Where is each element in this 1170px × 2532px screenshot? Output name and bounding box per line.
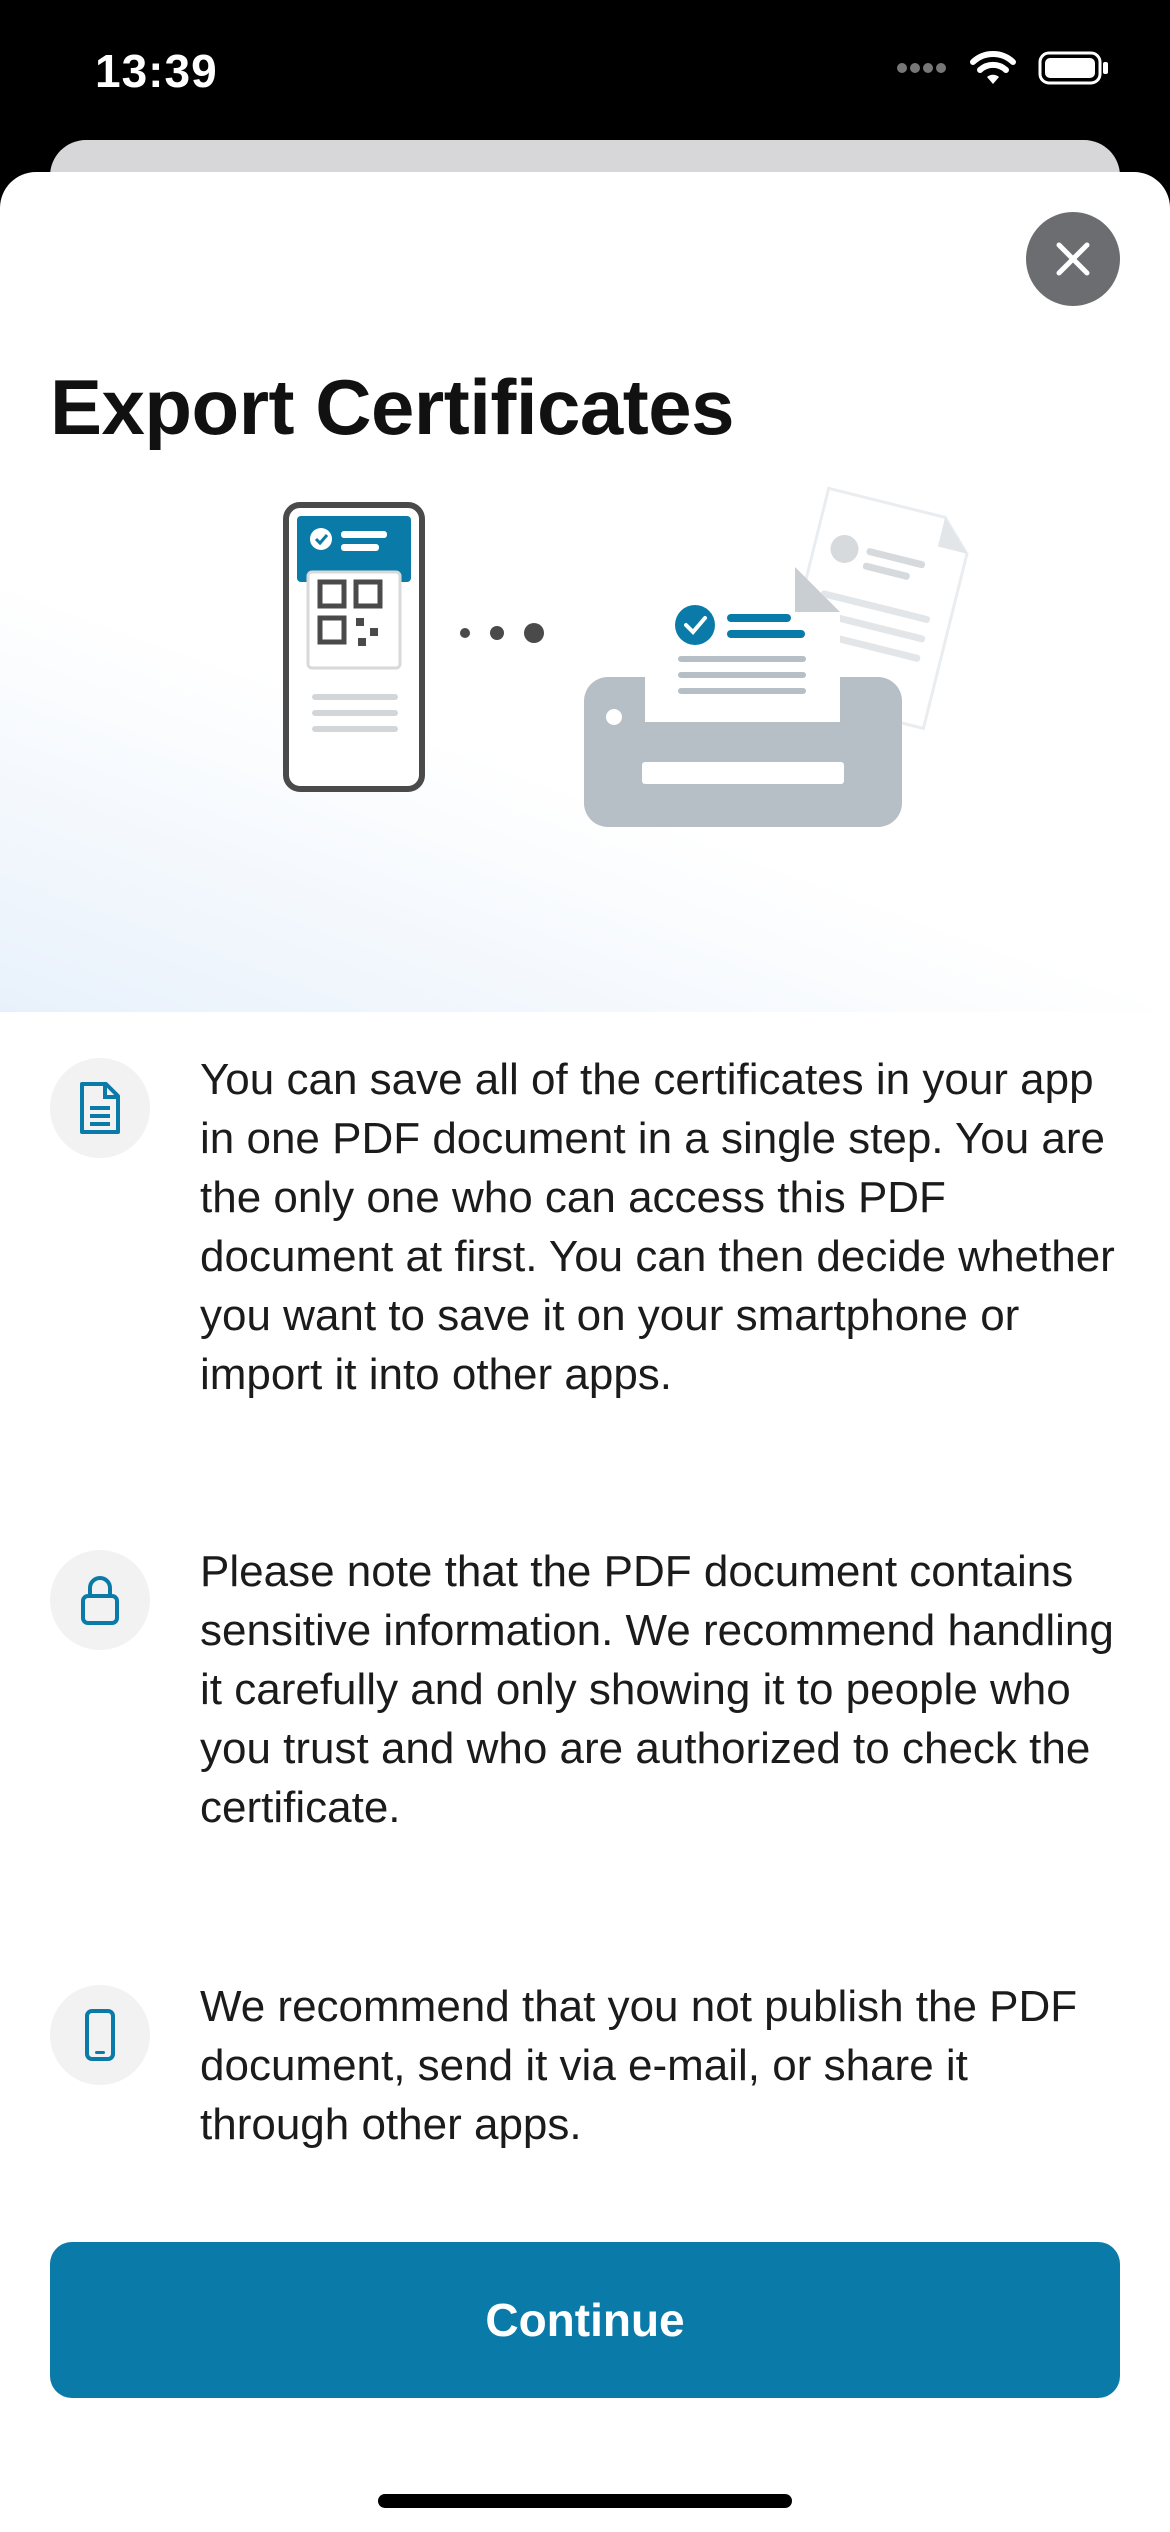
close-button[interactable] bbox=[1026, 212, 1120, 306]
status-icons bbox=[896, 50, 1110, 86]
battery-icon bbox=[1038, 51, 1108, 85]
signal-icon bbox=[897, 63, 946, 73]
wifi-icon bbox=[970, 51, 1016, 84]
info-icon-container bbox=[50, 1058, 150, 1158]
info-text: We recommend that you not publish the PD… bbox=[200, 1982, 1078, 2149]
phone-illustration bbox=[283, 502, 425, 792]
certificate-document bbox=[645, 567, 840, 722]
export-sheet: Export Certificates You can save all of … bbox=[0, 172, 1170, 2532]
export-illustration bbox=[0, 472, 1170, 1012]
info-icon-container bbox=[50, 1985, 150, 2085]
close-icon bbox=[1056, 242, 1090, 276]
info-text: Please note that the PDF document contai… bbox=[200, 1547, 1114, 1832]
home-indicator[interactable] bbox=[378, 2494, 792, 2508]
info-icon-container bbox=[50, 1550, 150, 1650]
status-time: 13:39 bbox=[95, 45, 218, 97]
continue-button[interactable]: Continue bbox=[50, 2242, 1120, 2398]
lock-icon bbox=[81, 1576, 119, 1625]
info-text: You can save all of the certificates in … bbox=[200, 1055, 1115, 1399]
status-bar: 13:39 bbox=[0, 0, 1170, 150]
document-icon bbox=[80, 1082, 120, 1134]
page-title: Export Certificates bbox=[50, 363, 735, 451]
smartphone-icon bbox=[85, 2009, 115, 2061]
